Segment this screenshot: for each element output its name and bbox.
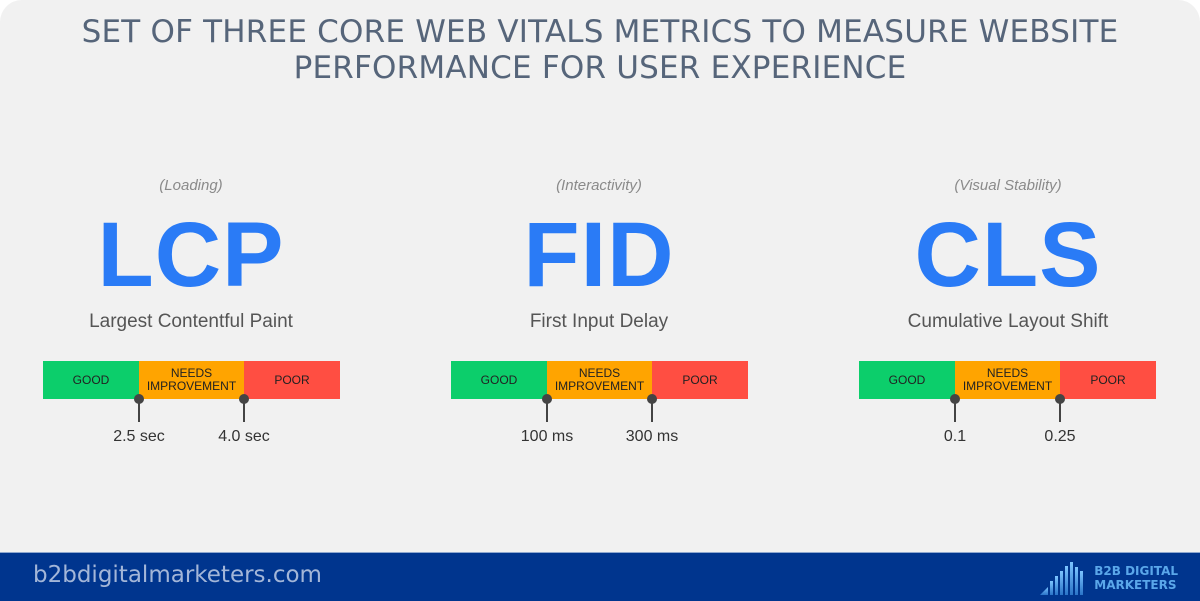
segment-poor: POOR [1060,361,1156,399]
threshold-label: 2.5 sec [113,428,165,445]
metric-full-name: Cumulative Layout Shift [907,311,1109,332]
logo-text-line-2: MARKETERS [1094,578,1177,592]
threshold-marker [134,394,144,424]
segment-needs-improvement: NEEDS IMPROVEMENT [955,361,1060,399]
page-title: SET OF THREE CORE WEB VITALS METRICS TO … [0,14,1200,86]
metric-full-name: First Input Delay [529,311,669,332]
brand-logo: B2B DIGITAL MARKETERS [1038,559,1178,597]
segment-poor: POOR [244,361,340,399]
logo-text-line-1: B2B DIGITAL [1094,564,1178,578]
segment-good: GOOD [43,361,139,399]
threshold-label: 4.0 sec [218,428,270,445]
threshold-marker [950,394,960,424]
segment-good: GOOD [859,361,955,399]
threshold-label: 0.25 [1044,428,1076,445]
metric-abbreviation: FID [523,204,675,306]
lcp-scale-bar: GOOD NEEDS IMPROVEMENT POOR [43,361,340,399]
threshold-label: 300 ms [625,428,679,445]
metric-category: (Visual Stability) [954,177,1062,194]
metric-category: (Interactivity) [556,177,642,194]
footer-bar: b2bdigitalmarketers.com B2B DIGITAL MARK… [0,552,1200,601]
metric-category: (Loading) [159,177,223,194]
threshold-marker [647,394,657,424]
bar-chart-icon [1040,562,1084,595]
metric-full-name: Largest Contentful Paint [89,311,293,332]
metric-abbreviation: LCP [97,204,285,306]
website-domain[interactable]: b2bdigitalmarketers.com [33,562,322,588]
segment-poor: POOR [652,361,748,399]
metric-fid: (Interactivity) FID First Input Delay [434,175,764,335]
fid-scale-bar: GOOD NEEDS IMPROVEMENT POOR [451,361,748,399]
segment-good: GOOD [451,361,547,399]
threshold-marker [1055,394,1065,424]
title-line-2: PERFORMANCE FOR USER EXPERIENCE [293,50,907,86]
threshold-marker [542,394,552,424]
threshold-label: 0.1 [943,428,967,445]
metric-cls: (Visual Stability) CLS Cumulative Layout… [843,175,1173,335]
metric-lcp: (Loading) LCP Largest Contentful Paint [26,175,356,335]
segment-needs-improvement: NEEDS IMPROVEMENT [139,361,244,399]
metric-abbreviation: CLS [914,204,1102,306]
cls-scale-bar: GOOD NEEDS IMPROVEMENT POOR [859,361,1156,399]
threshold-label: 100 ms [520,428,574,445]
title-line-1: SET OF THREE CORE WEB VITALS METRICS TO … [81,14,1119,50]
threshold-marker [239,394,249,424]
segment-needs-improvement: NEEDS IMPROVEMENT [547,361,652,399]
